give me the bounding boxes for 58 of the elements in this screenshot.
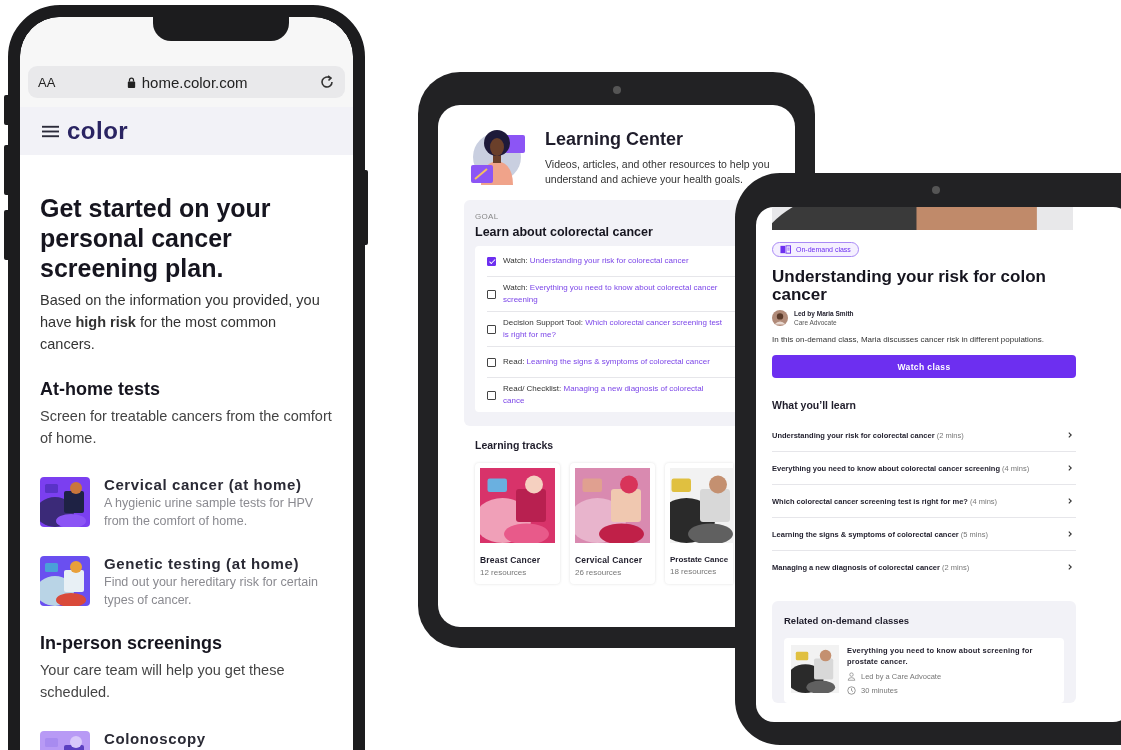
checkbox[interactable] bbox=[487, 357, 496, 367]
camera-dot bbox=[932, 186, 940, 194]
lock-icon bbox=[126, 76, 136, 88]
section-heading: At-home tests bbox=[40, 378, 161, 401]
goal-label: GOAL bbox=[475, 212, 500, 221]
page-heading: Get started on your personal cancer screening plan. bbox=[40, 193, 272, 283]
page-title: Learning Center bbox=[545, 129, 685, 150]
checkbox[interactable] bbox=[487, 324, 496, 334]
avatar bbox=[772, 310, 788, 326]
text-size-button[interactable]: AA bbox=[38, 74, 56, 90]
section-heading: Learning tracks bbox=[475, 439, 555, 451]
task-text[interactable]: Read: Learning the signs & symptoms of colorectal cancer bbox=[503, 356, 725, 368]
class-title: Understanding your risk for colon cancer bbox=[772, 268, 1047, 304]
track-card[interactable]: Breast Cancer 12 resources bbox=[475, 463, 560, 584]
camera-dot bbox=[612, 86, 621, 94]
person-icon bbox=[847, 672, 856, 681]
task-text[interactable]: Watch: Everything you need to know about colorectal cancer screening bbox=[503, 282, 725, 306]
section-description: Screen for treatable cancers from the comfort of home. bbox=[40, 407, 333, 448]
chevron-right-icon bbox=[1066, 530, 1074, 538]
track-title: Breast Cancer bbox=[480, 555, 542, 565]
track-title: Cervical Cancer bbox=[575, 555, 644, 565]
checkbox[interactable] bbox=[487, 289, 496, 299]
logo[interactable]: color bbox=[67, 117, 129, 145]
watch-class-button[interactable]: Watch class bbox=[772, 355, 1076, 378]
chevron-right-icon bbox=[1066, 464, 1074, 472]
page-subtitle: Videos, articles, and other resources to help you understand and achieve your health goals. bbox=[545, 157, 771, 187]
section-heading: In-person screenings bbox=[40, 632, 224, 655]
task-text[interactable]: Read/ Checklist: Managing a new diagnosis of colorectal cance bbox=[503, 383, 725, 407]
test-description: Find out your hereditary risk for certain types of cancer. bbox=[104, 574, 319, 609]
book-icon bbox=[780, 245, 791, 254]
test-title[interactable]: Colonoscopy bbox=[104, 729, 206, 748]
track-card[interactable]: Prostate Cance 18 resources bbox=[665, 463, 733, 584]
menu-icon[interactable] bbox=[42, 124, 59, 138]
track-card[interactable]: Cervical Cancer 26 resources bbox=[570, 463, 655, 584]
chevron-right-icon bbox=[1066, 563, 1074, 571]
checkbox[interactable] bbox=[487, 256, 496, 266]
track-title: Prostate Cance bbox=[670, 555, 730, 564]
test-description: A hygienic urine sample tests for HPV from the comfort of home. bbox=[104, 495, 315, 530]
class-description: In this on-demand class, Maria discusses cancer risk in different populations. bbox=[772, 335, 1045, 344]
resource-count: 26 resources bbox=[575, 568, 623, 577]
section-heading: Related on-demand classes bbox=[784, 615, 911, 626]
chevron-right-icon bbox=[1066, 431, 1074, 439]
url-text: home.color.com bbox=[141, 73, 248, 91]
chevron-right-icon bbox=[1066, 497, 1074, 505]
test-title[interactable]: Cervical cancer (at home) bbox=[104, 475, 333, 494]
task-text[interactable]: Watch: Understanding your risk for colorectal cancer bbox=[503, 255, 725, 267]
intro-text: Based on the information you provided, you have high risk for the most common cancers. bbox=[40, 291, 321, 354]
reload-icon[interactable] bbox=[319, 74, 335, 90]
goal-title: Learn about colorectal cancer bbox=[475, 225, 654, 239]
section-heading: What you’ll learn bbox=[772, 399, 857, 411]
section-description: Your care team will help you get these scheduled. bbox=[40, 661, 286, 702]
resource-count: 18 resources bbox=[670, 567, 718, 576]
address-bar[interactable]: AA home.color.com bbox=[28, 66, 345, 98]
test-title[interactable]: Genetic testing (at home) bbox=[104, 554, 333, 573]
task-text[interactable]: Decision Support Tool: Which colorectal cancer screening test is right for me? bbox=[503, 317, 725, 341]
clock-icon bbox=[847, 686, 856, 695]
checkbox[interactable] bbox=[487, 390, 496, 400]
resource-count: 12 resources bbox=[480, 568, 528, 577]
